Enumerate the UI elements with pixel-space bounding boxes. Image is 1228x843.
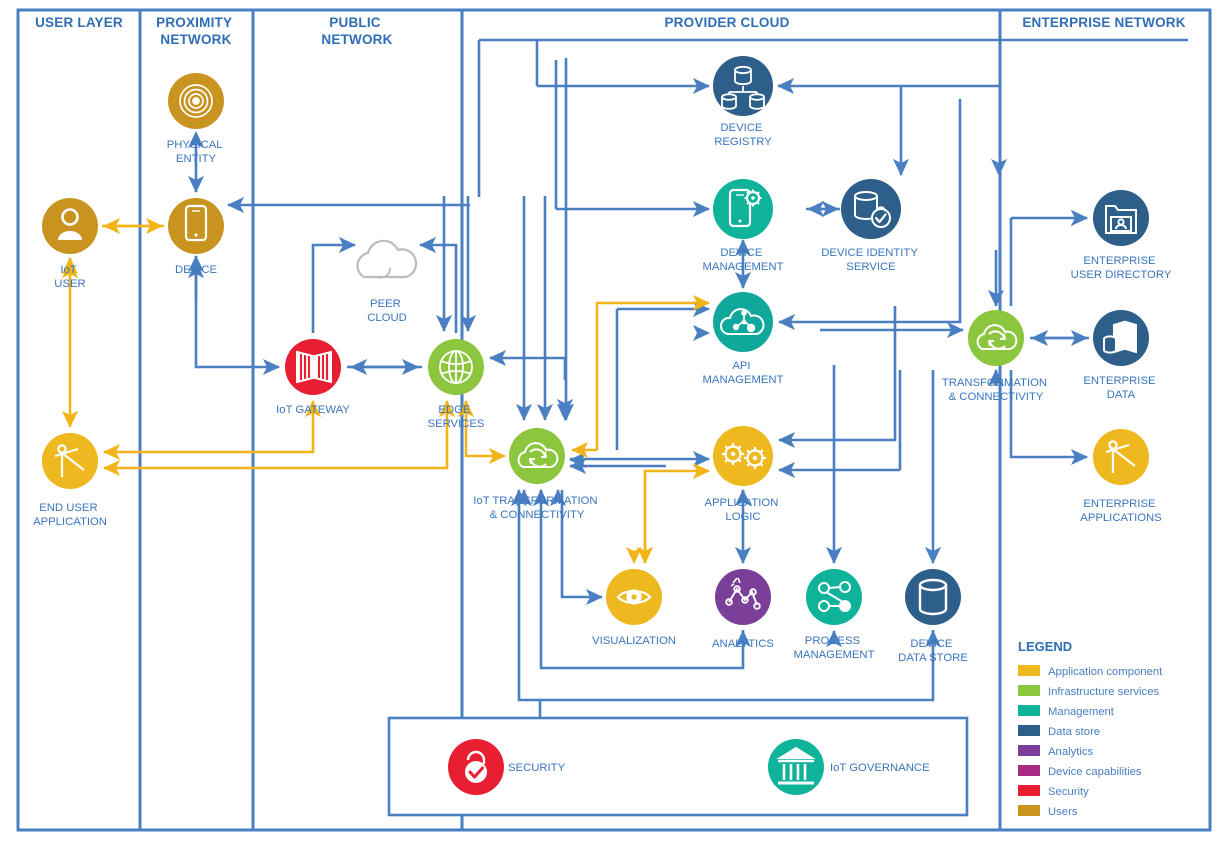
zone-dividers — [138, 10, 1002, 830]
node-label-enterprise-applications: ENTERPRISE APPLICATIONS — [1080, 498, 1162, 524]
node-label-enterprise-data: ENTERPRISE DATA — [1083, 375, 1158, 401]
legend-item: Device capabilities — [1018, 765, 1142, 778]
legend-item: Users — [1018, 805, 1078, 818]
node-edge-services[interactable]: EDGE SERVICES — [428, 339, 485, 430]
node-device-identity-service[interactable]: DEVICE IDENTITY SERVICE — [821, 179, 921, 273]
node-label-iot-gateway: IoT GATEWAY — [276, 404, 350, 416]
legend-label: Infrastructure services — [1048, 686, 1159, 698]
node-application-logic[interactable]: APPLICATION LOGIC — [704, 426, 781, 523]
node-label-device-identity-service: DEVICE IDENTITY SERVICE — [821, 247, 921, 273]
node-label-api-management: API MANAGEMENT — [703, 360, 784, 386]
legend-item: Security — [1018, 785, 1089, 798]
legend-label: Application component — [1048, 666, 1163, 678]
legend-label: Security — [1048, 786, 1089, 798]
node-peer-cloud[interactable]: PEER CLOUD — [356, 239, 418, 324]
node-device-management[interactable]: DEVICE MANAGEMENT — [703, 179, 784, 273]
cross-cutting-label-iot-governance: IoT GOVERNANCE — [830, 762, 930, 774]
node-label-iot-transformation: IoT TRANSFORMATION & CONNECTIVITY — [473, 495, 600, 521]
legend-item: Application component — [1018, 665, 1163, 678]
zone-title-proximity-network: PROXIMITY NETWORK — [156, 15, 236, 47]
signal-rings-icon — [179, 84, 213, 118]
node-process-management[interactable]: PROCESS MANAGEMENT — [794, 569, 875, 661]
node-label-visualization: VISUALIZATION — [592, 635, 676, 647]
node-label-analytics: ANALYTICS — [712, 638, 774, 650]
node-api-management[interactable]: API MANAGEMENT — [703, 292, 784, 386]
legend-label: Management — [1048, 706, 1115, 718]
legend-label: Data store — [1048, 726, 1100, 738]
zone-title-user-layer: USER LAYER — [35, 15, 123, 30]
connectors-blue — [187, 38, 1188, 702]
node-iot-transformation[interactable]: IoT TRANSFORMATION & CONNECTIVITY — [473, 428, 600, 521]
zone-title-provider-cloud: PROVIDER CLOUD — [664, 15, 789, 30]
legend-label: Users — [1048, 806, 1078, 818]
node-enterprise-user-directory[interactable]: ENTERPRISE USER DIRECTORY — [1071, 190, 1172, 281]
zone-title-public-network: PUBLIC NETWORK — [321, 15, 392, 47]
legend: LEGEND Application component Infrastruct… — [1018, 639, 1163, 818]
zone-titles: USER LAYER PROXIMITY NETWORK PUBLIC NETW… — [35, 15, 1185, 47]
node-device[interactable]: DEVICE — [168, 198, 224, 276]
node-label-edge-services: EDGE SERVICES — [428, 404, 485, 430]
node-enterprise-data[interactable]: ENTERPRISE DATA — [1083, 310, 1158, 401]
legend-label: Analytics — [1048, 746, 1094, 758]
gateway-icon — [296, 350, 332, 384]
legend-item: Analytics — [1018, 745, 1094, 758]
cross-cutting-label-security: SECURITY — [508, 762, 566, 774]
node-label-end-user-application: END USER APPLICATION — [33, 502, 107, 528]
legend-item: Infrastructure services — [1018, 685, 1159, 698]
legend-item: Management — [1018, 705, 1115, 718]
node-label-device: DEVICE — [175, 264, 218, 276]
node-label-device-registry: DEVICE REGISTRY — [714, 122, 772, 148]
node-label-process-management: PROCESS MANAGEMENT — [794, 635, 875, 661]
zone-title-enterprise-network: ENTERPRISE NETWORK — [1022, 15, 1185, 30]
node-analytics[interactable]: ANALYTICS — [712, 569, 774, 650]
node-end-user-application[interactable]: END USER APPLICATION — [33, 433, 107, 528]
node-visualization[interactable]: VISUALIZATION — [592, 569, 676, 647]
node-enterprise-applications[interactable]: ENTERPRISE APPLICATIONS — [1080, 429, 1162, 524]
legend-label: Device capabilities — [1048, 766, 1142, 778]
cloud-outline-icon — [356, 239, 418, 279]
node-iot-gateway[interactable]: IoT GATEWAY — [276, 339, 350, 416]
node-device-data-store[interactable]: DEVICE DATA STORE — [898, 569, 968, 664]
node-label-peer-cloud: PEER CLOUD — [367, 298, 407, 324]
node-device-registry[interactable]: DEVICE REGISTRY — [713, 56, 773, 148]
legend-title: LEGEND — [1018, 639, 1072, 654]
node-label-enterprise-user-directory: ENTERPRISE USER DIRECTORY — [1071, 255, 1172, 281]
iot-architecture-diagram: USER LAYER PROXIMITY NETWORK PUBLIC NETW… — [0, 0, 1228, 843]
connectors-yellow-detail — [636, 471, 654, 565]
legend-item: Data store — [1018, 725, 1100, 738]
